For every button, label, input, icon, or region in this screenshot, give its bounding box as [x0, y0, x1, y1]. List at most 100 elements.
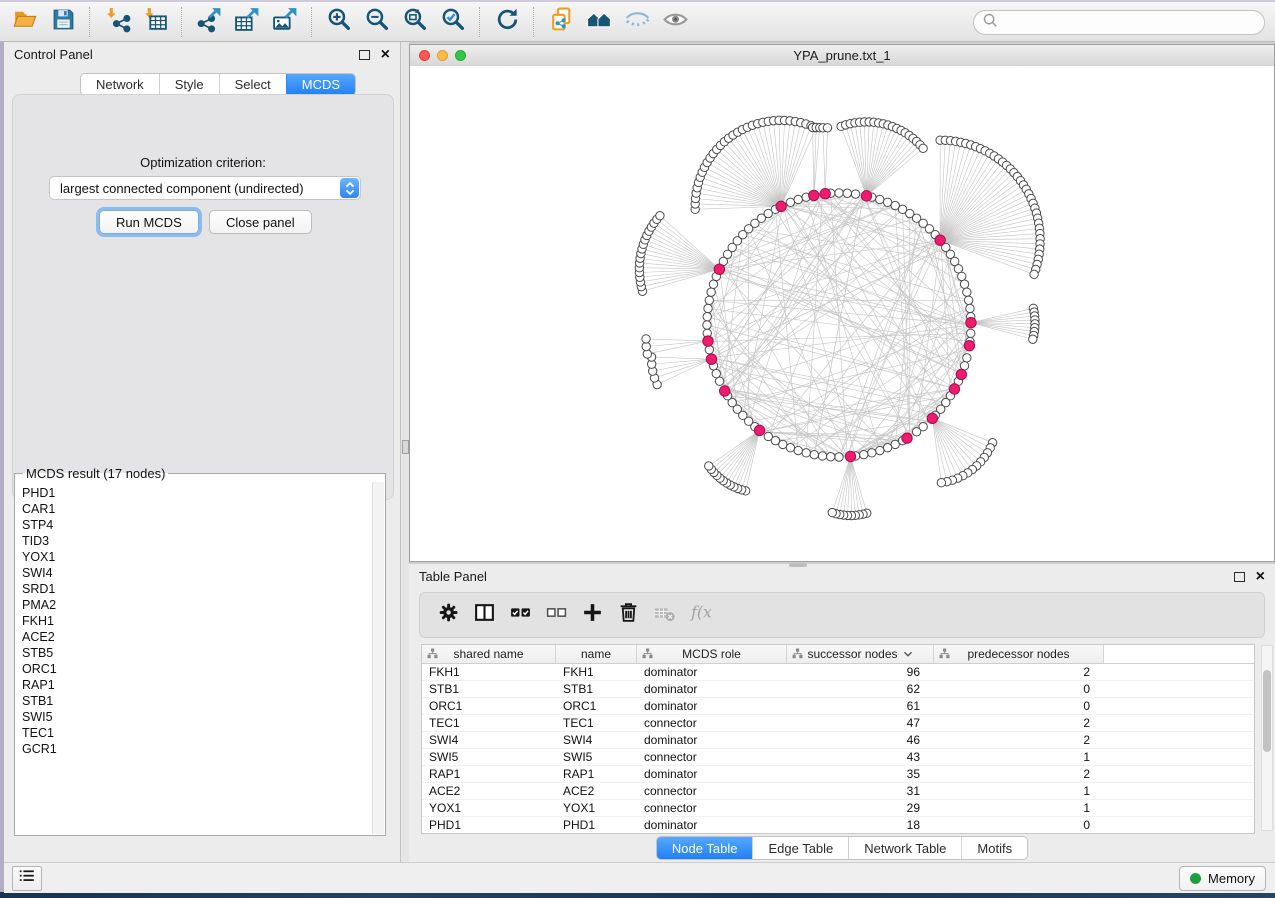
column-header-name[interactable]: name — [556, 645, 637, 663]
column-header-MCDS-role[interactable]: MCDS role — [637, 645, 787, 663]
add-column-button[interactable] — [574, 597, 610, 633]
first-neighbors-button[interactable] — [580, 4, 618, 40]
table-row[interactable]: YOX1YOX1connector291 — [422, 800, 1254, 817]
node-table-scrollbar[interactable] — [1261, 645, 1273, 831]
select-all-rows-button[interactable] — [502, 597, 538, 633]
mcds-result-item[interactable]: FKH1 — [22, 613, 373, 629]
import-network-button[interactable] — [98, 4, 136, 40]
tab-style[interactable]: Style — [159, 74, 219, 95]
zoom-out-button[interactable] — [358, 4, 396, 40]
split-panel-button[interactable] — [466, 597, 502, 633]
table-row[interactable]: FKH1FKH1dominator962 — [422, 664, 1254, 681]
zoom-selected-icon — [440, 6, 467, 38]
zoom-in-button[interactable] — [320, 4, 358, 40]
table-row[interactable]: ACE2ACE2connector311 — [422, 783, 1254, 800]
mcds-result-item[interactable]: ACE2 — [22, 629, 373, 645]
mcds-result-item[interactable]: YOX1 — [22, 549, 373, 565]
mcds-hub-node — [820, 189, 830, 199]
mcds-result-item[interactable]: TID3 — [22, 533, 373, 549]
network-canvas[interactable] — [410, 66, 1274, 561]
save-session-button[interactable] — [44, 4, 82, 40]
mcds-result-item[interactable]: STB5 — [22, 645, 373, 661]
table-row[interactable]: PHD1PHD1dominator180 — [422, 817, 1254, 834]
import-table-button[interactable] — [136, 4, 174, 40]
column-header-successor-nodes[interactable]: successor nodes — [787, 645, 934, 663]
mcds-result-item[interactable]: SRD1 — [22, 581, 373, 597]
close-panel-button[interactable]: Close panel — [209, 210, 312, 234]
tab-motifs[interactable]: Motifs — [961, 837, 1027, 859]
table-row[interactable]: TEC1TEC1connector472 — [422, 715, 1254, 732]
export-image-button[interactable] — [266, 4, 304, 40]
zoom-fit-content-icon — [402, 6, 429, 38]
search-input[interactable] — [1003, 15, 1256, 31]
tab-network[interactable]: Network — [81, 74, 159, 95]
cell-name: SWI4 — [556, 732, 637, 748]
deselect-all-rows-button[interactable] — [538, 597, 574, 633]
column-label: predecessor nodes — [967, 647, 1069, 661]
table-row[interactable]: SWI5SWI5connector431 — [422, 749, 1254, 766]
mcds-result-group: MCDS result (17 nodes) PHD1CAR1STP4TID3Y… — [14, 466, 386, 836]
hide-selected-button[interactable] — [618, 4, 656, 40]
node-table-body: FKH1FKH1dominator962STB1STB1dominator620… — [422, 664, 1254, 834]
mcds-result-item[interactable]: GCR1 — [22, 741, 373, 757]
table-options-button[interactable] — [430, 597, 466, 633]
table-row[interactable]: STB1STB1dominator620 — [422, 681, 1254, 698]
tab-mcds[interactable]: MCDS — [286, 74, 355, 95]
duplicate-network-button[interactable] — [542, 4, 580, 40]
task-history-button[interactable] — [12, 866, 42, 891]
splitter-grip[interactable] — [402, 440, 409, 454]
apply-preferred-layout-button[interactable] — [488, 4, 526, 40]
mcds-result-item[interactable]: RAP1 — [22, 677, 373, 693]
memory-button[interactable]: Memory — [1179, 866, 1266, 891]
table-row[interactable]: RAP1RAP1dominator352 — [422, 766, 1254, 783]
control-panel-close-button[interactable]: × — [381, 49, 390, 61]
show-all-button[interactable] — [656, 4, 694, 40]
export-network-button[interactable] — [190, 4, 228, 40]
tab-network-table[interactable]: Network Table — [848, 837, 961, 859]
open-file-button[interactable] — [6, 4, 44, 40]
mcds-result-item[interactable]: SWI5 — [22, 709, 373, 725]
mcds-result-item[interactable]: TEC1 — [22, 725, 373, 741]
show-all-icon — [662, 6, 689, 38]
table-row[interactable]: ORC1ORC1dominator610 — [422, 698, 1254, 715]
mcds-result-item[interactable]: SWI4 — [22, 565, 373, 581]
tab-edge-table[interactable]: Edge Table — [752, 837, 848, 859]
delete-table-button — [646, 597, 682, 633]
zoom-fit-content-button[interactable] — [396, 4, 434, 40]
mcds-hub-node — [703, 336, 713, 346]
export-table-button[interactable] — [228, 4, 266, 40]
mcds-result-item[interactable]: ORC1 — [22, 661, 373, 677]
column-header-predecessor-nodes[interactable]: predecessor nodes — [934, 645, 1104, 663]
optimization-criterion-select[interactable]: largest connected component (undirected) — [49, 176, 361, 200]
node-table: shared namenameMCDS rolesuccessor nodes p… — [421, 644, 1255, 834]
node-table-scrollbar-thumb[interactable] — [1263, 670, 1271, 752]
mcds-result-item[interactable]: PHD1 — [22, 485, 373, 501]
table-row[interactable]: SWI4SWI4dominator462 — [422, 732, 1254, 749]
zoom-out-icon — [364, 6, 391, 38]
mcds-result-item[interactable]: CAR1 — [22, 501, 373, 517]
delete-column-button[interactable] — [610, 597, 646, 633]
mcds-result-item[interactable]: PMA2 — [22, 597, 373, 613]
cell-shared-name: ORC1 — [422, 698, 556, 714]
mcds-result-scrollbar[interactable] — [372, 482, 384, 834]
control-panel-float-button[interactable] — [359, 50, 370, 60]
hierarchy-icon — [427, 648, 438, 662]
table-panel-float-button[interactable] — [1234, 572, 1245, 582]
table-panel-close-button[interactable]: × — [1256, 571, 1265, 583]
hierarchy-icon — [792, 648, 803, 662]
tab-node-table[interactable]: Node Table — [657, 837, 753, 859]
mcds-hub-node — [809, 190, 819, 200]
cell-MCDS-role: connector — [637, 800, 787, 816]
cell-predecessor-nodes: 1 — [934, 800, 1104, 816]
tab-select[interactable]: Select — [219, 74, 286, 95]
column-header-shared-name[interactable]: shared name — [422, 645, 556, 663]
mcds-hub-node — [902, 433, 912, 443]
zoom-selected-button[interactable] — [434, 4, 472, 40]
search-icon — [982, 12, 998, 33]
hierarchy-icon — [642, 648, 653, 662]
cell-name: ORC1 — [556, 698, 637, 714]
mcds-result-item[interactable]: STP4 — [22, 517, 373, 533]
search-box[interactable] — [973, 10, 1265, 35]
mcds-result-item[interactable]: STB1 — [22, 693, 373, 709]
run-mcds-button[interactable]: Run MCDS — [99, 210, 199, 234]
